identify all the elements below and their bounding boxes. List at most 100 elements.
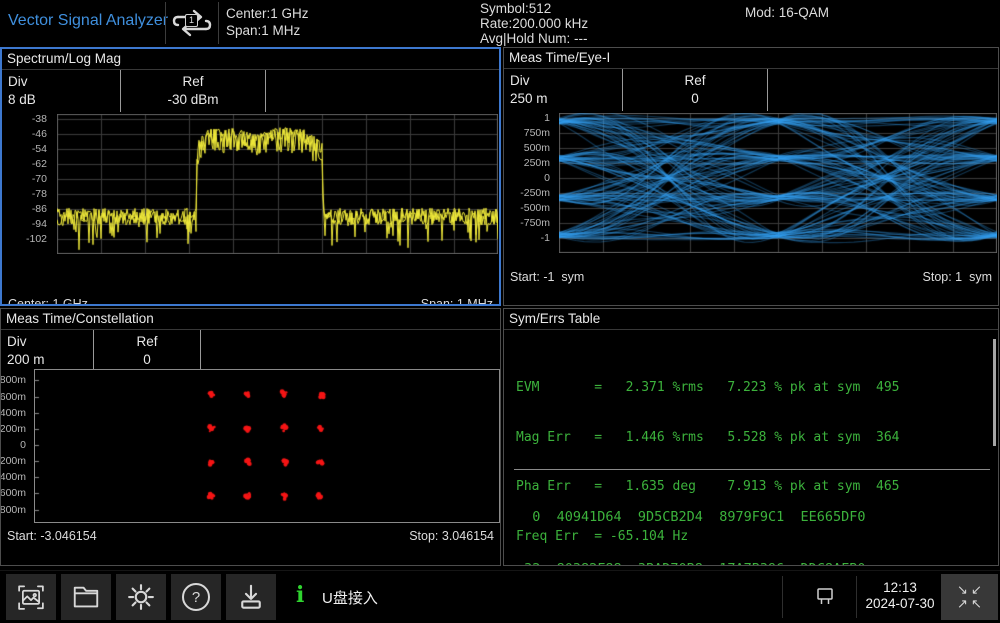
- date-text: 2024-07-30: [860, 596, 940, 612]
- y-tick-label: -600m: [0, 487, 26, 499]
- question-glyph: ?: [192, 589, 200, 606]
- y-tick-label: -78: [32, 188, 47, 200]
- y-tick-label: 500m: [524, 142, 550, 154]
- symbol-readout: Symbol:512 Rate:200.000 kHz Avg|Hold Num…: [480, 1, 588, 46]
- modulation-readout: Mod: 16-QAM: [745, 5, 829, 20]
- spectrum-y-axis-labels: -38-46-54-62-70-78-86-94-102: [2, 114, 53, 254]
- ref-value[interactable]: 0: [100, 351, 194, 369]
- spectrum-panel[interactable]: Spectrum/Log Mag Div 8 dB Ref -30 dBm -3…: [0, 47, 501, 306]
- y-tick-label: 600m: [0, 391, 26, 403]
- y-tick-label: -70: [32, 173, 47, 185]
- constellation-footer: Start: -3.046154 Stop: 3.046154: [7, 528, 494, 544]
- constellation-plot: [35, 370, 497, 520]
- hex-row: 32 80382F88 3BAD70B8 17A7B396 DDC8AFB0: [516, 561, 866, 566]
- y-tick-label: 200m: [0, 423, 26, 435]
- taskbar-divider: [856, 576, 857, 618]
- y-tick-label: -1: [541, 232, 550, 244]
- top-bar: Vector Signal Analyzer 1 Center:1 GHz Sp…: [0, 0, 1000, 46]
- constellation-y-axis-labels: 800m600m400m200m0-200m-400m-600m-800m: [1, 369, 32, 521]
- settings-button[interactable]: [116, 574, 166, 620]
- freq-readout: Center:1 GHz Span:1 MHz: [226, 5, 309, 39]
- spectrum-center-readout: Center: 1 GHz: [8, 296, 100, 306]
- eye-div-block[interactable]: Div 250 m: [504, 69, 622, 111]
- eye-y-axis-labels: 1750m500m250m0-250m-500m-750m-1: [504, 113, 556, 253]
- div-value[interactable]: 250 m: [510, 90, 616, 108]
- y-tick-label: 0: [20, 439, 26, 451]
- center-freq: Center:1 GHz: [226, 5, 309, 22]
- ref-value[interactable]: -30 dBm: [127, 91, 259, 109]
- eye-ref-block[interactable]: Ref 0: [622, 69, 767, 111]
- eye-settings-spacer: [767, 69, 998, 111]
- constellation-panel-title: Meas Time/Constellation: [1, 309, 500, 330]
- ref-value[interactable]: 0: [629, 90, 761, 108]
- constellation-panel[interactable]: Meas Time/Constellation Div 200 m Ref 0 …: [0, 308, 501, 566]
- ref-label: Ref: [127, 73, 259, 91]
- y-tick-label: -400m: [0, 471, 26, 483]
- symbol-count: Symbol:512: [480, 1, 588, 16]
- eye-panel-title: Meas Time/Eye-I: [504, 48, 998, 69]
- symbol-hex-table: 0 40941D64 9D5CB2D4 8979F9C1 EE665DF0 32…: [516, 475, 866, 566]
- file-manager-button[interactable]: [61, 574, 111, 620]
- sym-errs-panel[interactable]: Sym/Errs Table EVM = 2.371 %rms 7.223 % …: [503, 308, 999, 566]
- y-tick-label: -94: [32, 218, 47, 230]
- y-tick-label: 800m: [0, 374, 26, 386]
- ref-label: Ref: [100, 333, 194, 351]
- spectrum-div-block[interactable]: Div 8 dB: [2, 70, 120, 112]
- eye-stop-readout: Stop: 1 sym: [923, 269, 992, 285]
- screenshot-button[interactable]: [6, 574, 56, 620]
- ref-label: Ref: [629, 72, 761, 90]
- eye-start-readout: Start: -1 sym: [510, 269, 584, 285]
- eye-settings-row: Div 250 m Ref 0: [504, 69, 998, 111]
- eye-footer: Start: -1 sym Stop: 1 sym: [510, 269, 992, 285]
- div-value[interactable]: 200 m: [7, 351, 87, 369]
- vsa-screen: Vector Signal Analyzer 1 Center:1 GHz Sp…: [0, 0, 1000, 623]
- eye-plot: [559, 113, 997, 253]
- constellation-start-readout: Start: -3.046154: [7, 528, 97, 544]
- collapse-view-button[interactable]: ↘ ↙ ↗ ↖: [941, 574, 998, 620]
- arrow-se: ↘: [956, 583, 970, 597]
- help-button[interactable]: ?: [171, 574, 221, 620]
- y-tick-label: -750m: [520, 217, 550, 229]
- constellation-ref-block[interactable]: Ref 0: [93, 330, 200, 372]
- eye-panel[interactable]: Meas Time/Eye-I Div 250 m Ref 0 1750m500…: [503, 47, 999, 306]
- taskbar-divider: [782, 576, 783, 618]
- collapse-icon: ↘ ↙ ↗ ↖: [956, 583, 984, 611]
- spectrum-panel-title: Spectrum/Log Mag: [2, 49, 499, 70]
- arrow-sw: ↙: [970, 583, 984, 597]
- spectrum-plot: [57, 114, 498, 254]
- repeat-count-label: 1: [185, 14, 198, 27]
- clock-display: 12:13 2024-07-30: [860, 580, 940, 612]
- usb-status-text: U盘接入: [322, 587, 378, 608]
- div-value[interactable]: 8 dB: [8, 91, 114, 109]
- info-icon: i: [296, 582, 304, 608]
- evm-line: EVM = 2.371 %rms 7.223 % pk at sym 495: [516, 380, 900, 397]
- header-divider: [165, 2, 166, 44]
- y-tick-label: 0: [544, 172, 550, 184]
- constellation-div-block[interactable]: Div 200 m: [1, 330, 93, 372]
- y-tick-label: 1: [544, 112, 550, 124]
- spectrum-settings-spacer: [265, 70, 499, 112]
- symerrs-scrollbar[interactable]: [993, 339, 996, 446]
- y-tick-label: -38: [32, 113, 47, 125]
- symerrs-divider: [514, 469, 990, 470]
- arrow-ne: ↗: [956, 597, 970, 611]
- y-tick-label: -54: [32, 143, 47, 155]
- hex-row: 0 40941D64 9D5CB2D4 8979F9C1 EE665DF0: [516, 509, 866, 526]
- spectrum-span-readout: Span: 1 MHz: [386, 296, 493, 306]
- constellation-plot-frame: [34, 369, 500, 523]
- save-button[interactable]: [226, 574, 276, 620]
- app-title[interactable]: Vector Signal Analyzer: [8, 12, 168, 30]
- y-tick-label: -500m: [520, 202, 550, 214]
- repeat-once-icon[interactable]: 1: [170, 8, 214, 38]
- gear-icon: [126, 582, 156, 612]
- help-icon: ?: [182, 583, 210, 611]
- spectrum-footer: Center: 1 GHz RBW: 1.227 kHz Span: 1 MHz…: [8, 264, 493, 306]
- constellation-settings-row: Div 200 m Ref 0: [1, 330, 500, 372]
- y-tick-label: -46: [32, 128, 47, 140]
- span-freq: Span:1 MHz: [226, 22, 309, 39]
- y-tick-label: -800m: [0, 504, 26, 516]
- arrow-nw: ↖: [970, 597, 984, 611]
- div-label: Div: [7, 333, 87, 351]
- disk-icon: [812, 584, 838, 615]
- spectrum-ref-block[interactable]: Ref -30 dBm: [120, 70, 265, 112]
